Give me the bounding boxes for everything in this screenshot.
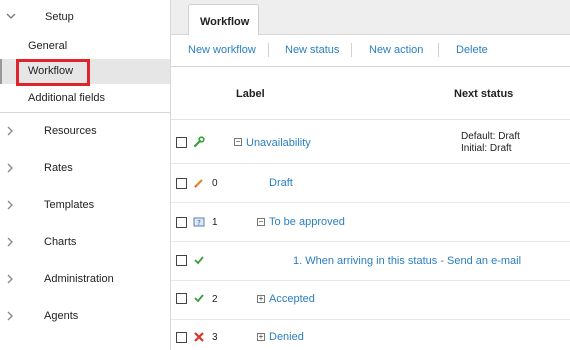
- delete-button[interactable]: Delete: [456, 44, 488, 56]
- sidebar-item-templates[interactable]: Templates: [0, 187, 170, 224]
- sidebar-item-label: Charts: [44, 236, 77, 248]
- sidebar-item-resources[interactable]: Resources: [0, 113, 170, 150]
- row-checkbox[interactable]: [176, 255, 187, 266]
- expand-toggle-icon[interactable]: +: [257, 295, 265, 303]
- active-indicator: [0, 59, 2, 84]
- row-checkbox[interactable]: [176, 137, 187, 148]
- expand-toggle-icon[interactable]: +: [257, 333, 265, 341]
- sidebar-item-agents[interactable]: Agents: [0, 298, 170, 335]
- next-status-cell: Default: Draft Initial: Draft: [461, 131, 520, 155]
- table-row[interactable]: 1. When arriving in this status - Send a…: [171, 243, 570, 281]
- row-label-link[interactable]: Denied: [269, 331, 304, 343]
- sidebar-item-general[interactable]: General: [0, 34, 170, 59]
- check-icon: [194, 256, 204, 265]
- sidebar-item-rates[interactable]: Rates: [0, 150, 170, 187]
- collapse-toggle-icon[interactable]: −: [234, 138, 242, 146]
- table-row[interactable]: ? 1 − To be approved: [171, 204, 570, 242]
- sidebar-item-label: Administration: [44, 273, 114, 285]
- chevron-down-icon: [6, 13, 16, 19]
- tab-workflow[interactable]: Workflow: [188, 4, 259, 36]
- sidebar-item-label: Agents: [44, 310, 79, 322]
- chevron-right-icon: [7, 200, 13, 210]
- chevron-right-icon: [7, 126, 13, 136]
- table-row[interactable]: 2 + Accepted: [171, 282, 570, 320]
- sidebar-item-label: General: [28, 40, 68, 52]
- cross-icon: [194, 332, 204, 342]
- sidebar-item-charts[interactable]: Charts: [0, 224, 170, 261]
- svg-text:?: ?: [197, 219, 201, 227]
- next-status-initial: Initial: Draft: [461, 143, 512, 154]
- divider: [438, 43, 439, 57]
- row-number: 1: [212, 217, 218, 228]
- row-number: 0: [212, 178, 218, 189]
- pencil-icon: [194, 179, 203, 188]
- chevron-right-icon: [7, 163, 13, 173]
- table-row[interactable]: 3 + Denied: [171, 321, 570, 350]
- sidebar-section-setup-label: Setup: [45, 11, 74, 23]
- column-header-label[interactable]: Label: [236, 88, 265, 100]
- chevron-right-icon: [7, 237, 13, 247]
- row-label-link[interactable]: To be approved: [269, 216, 345, 228]
- chevron-right-icon: [7, 274, 13, 284]
- sidebar-item-label: Resources: [44, 125, 97, 137]
- pending-icon: ?: [193, 217, 205, 227]
- action-bar: New workflow New status New action Delet…: [171, 35, 570, 67]
- main-panel: Workflow New workflow New status New act…: [171, 0, 570, 350]
- table-row[interactable]: − Unavailability Default: Draft Initial:…: [171, 121, 570, 164]
- sidebar-item-label: Templates: [44, 199, 95, 211]
- chevron-right-icon: [7, 311, 13, 321]
- new-action-button[interactable]: New action: [369, 44, 423, 56]
- tab-label: Workflow: [200, 16, 250, 28]
- tab-bar: Workflow: [171, 0, 570, 36]
- collapse-toggle-icon[interactable]: −: [257, 218, 265, 226]
- table-header: Label Next status: [171, 68, 570, 120]
- divider: [268, 43, 269, 57]
- row-checkbox[interactable]: [176, 217, 187, 228]
- row-number: 3: [212, 332, 218, 343]
- row-checkbox[interactable]: [176, 293, 187, 304]
- sidebar-item-label: Rates: [44, 162, 73, 174]
- wrench-icon: [193, 136, 205, 148]
- row-label-link[interactable]: Draft: [269, 177, 293, 189]
- row-checkbox[interactable]: [176, 178, 187, 189]
- action-label-link[interactable]: 1. When arriving in this status - Send a…: [293, 255, 521, 267]
- row-label-link[interactable]: Accepted: [269, 293, 315, 305]
- row-label-link[interactable]: Unavailability: [246, 137, 311, 149]
- next-status-default: Default: Draft: [461, 131, 520, 142]
- sidebar: Setup General Workflow Additional fields…: [0, 0, 171, 350]
- sidebar-item-additional-fields[interactable]: Additional fields: [0, 86, 170, 113]
- new-status-button[interactable]: New status: [285, 44, 339, 56]
- new-workflow-button[interactable]: New workflow: [188, 44, 256, 56]
- divider: [351, 43, 352, 57]
- row-checkbox[interactable]: [176, 332, 187, 343]
- column-header-next-status[interactable]: Next status: [454, 88, 513, 100]
- sidebar-item-label: Additional fields: [28, 92, 106, 104]
- check-icon: [194, 294, 204, 303]
- table-row[interactable]: 0 Draft: [171, 165, 570, 203]
- sidebar-item-administration[interactable]: Administration: [0, 261, 170, 298]
- sidebar-section-setup[interactable]: Setup: [0, 0, 170, 34]
- highlight-box: [16, 59, 90, 86]
- sidebar-item-workflow[interactable]: Workflow: [0, 59, 170, 86]
- row-number: 2: [212, 294, 218, 305]
